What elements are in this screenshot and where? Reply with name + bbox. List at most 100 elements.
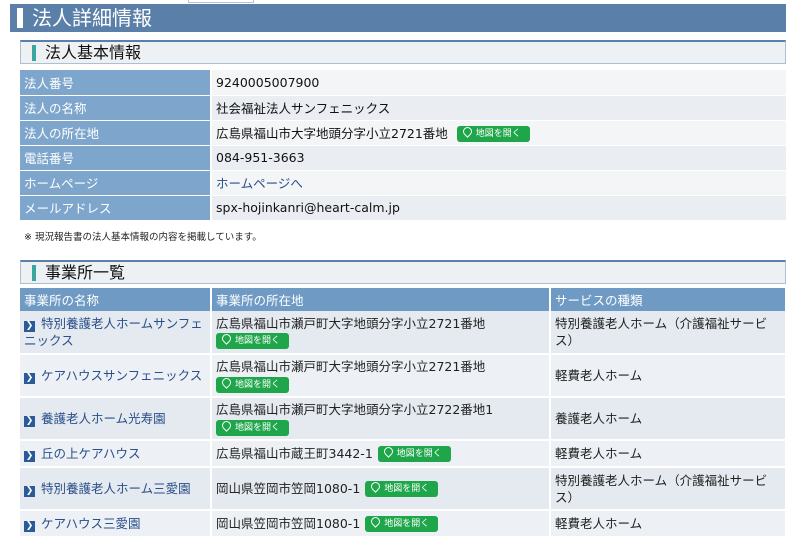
value-corp-name: 社会福祉法人サンフェニックス (211, 95, 786, 121)
office-row: ❯ 特別養護老人ホーム三愛園 岡山県笠岡市笠岡1080-1 地図を開く 特別養護老人… (20, 467, 787, 511)
office-row: ❯ 養護老人ホーム光寿園 広島県福山市瀬戸町大字地頭分字小立2722番地1 地図を開… (20, 397, 787, 441)
page-title-text: 法人詳細情報 (32, 6, 152, 30)
section-title-basic-text: 法人基本情報 (45, 43, 142, 62)
page-title: 法人詳細情報 (10, 4, 786, 32)
header-office-name: 事業所の名称 (20, 288, 212, 311)
office-name-link[interactable]: 丘の上ケアハウス (41, 446, 141, 461)
office-address: 広島県福山市蔵王町3442-1 (216, 445, 373, 461)
open-map-button[interactable]: 地図を開く (216, 332, 290, 350)
basic-row-phone: 電話番号 084-951-3663 (20, 145, 786, 171)
office-address-cell: 岡山県笠岡市笠岡1080-1 地図を開く (211, 510, 551, 538)
section-marker (32, 45, 36, 61)
open-map-button[interactable]: 地図を開く (365, 515, 439, 533)
office-row: ❯ 丘の上ケアハウス 広島県福山市蔵王町3442-1 地図を開く 軽費老人ホーム (20, 440, 787, 468)
open-map-label: 地図を開く (235, 379, 281, 390)
office-row: ❯ 特別養護老人ホームサンフェニックス 広島県福山市瀬戸町大字地頭分字小立2721… (20, 311, 787, 355)
office-address-cell: 広島県福山市瀬戸町大字地頭分字小立2722番地1 地図を開く (211, 397, 551, 441)
office-service: 特別養護老人ホーム（介護福祉サービス） (550, 467, 787, 511)
map-pin-icon (381, 445, 395, 459)
section-title-basic: 法人基本情報 (20, 40, 786, 64)
basic-row-number: 法人番号 9240005007900 (20, 70, 786, 96)
office-address: 広島県福山市瀬戸町大字地頭分字小立2722番地1 (216, 402, 494, 418)
label-phone: 電話番号 (20, 145, 212, 171)
office-name-cell: ❯ ケアハウスサンフェニックス (20, 354, 212, 398)
office-service: 軽費老人ホーム (550, 354, 787, 398)
office-address-cell: 広島県福山市蔵王町3442-1 地図を開く (211, 440, 551, 468)
open-map-button[interactable]: 地図を開く (365, 480, 439, 498)
top-tab-edge (188, 0, 254, 3)
office-name-link[interactable]: 特別養護老人ホームサンフェニックス (24, 316, 203, 348)
value-corp-address: 広島県福山市大字地頭分字小立2721番地 (216, 125, 448, 141)
open-map-label: 地図を開く (384, 484, 430, 495)
office-address-cell: 広島県福山市瀬戸町大字地頭分字小立2721番地地図を開く (211, 354, 551, 398)
chevron-right-icon: ❯ (24, 486, 35, 497)
chevron-right-icon: ❯ (24, 416, 35, 427)
open-map-button[interactable]: 地図を開く (216, 375, 290, 393)
chevron-right-icon: ❯ (24, 321, 35, 332)
office-name-cell: ❯ 丘の上ケアハウス (20, 440, 212, 468)
open-map-button[interactable]: 地図を開く (216, 418, 290, 436)
chevron-right-icon: ❯ (24, 451, 35, 462)
office-name-cell: ❯ 特別養護老人ホーム三愛園 (20, 467, 212, 511)
label-corp-name: 法人の名称 (20, 95, 212, 121)
open-map-label: 地図を開く (396, 449, 442, 460)
office-address: 岡山県笠岡市笠岡1080-1 (216, 515, 361, 531)
header-service-type: サービスの種類 (550, 288, 787, 311)
chevron-right-icon: ❯ (24, 521, 35, 532)
section-title-offices-text: 事業所一覧 (45, 263, 126, 282)
title-marker (17, 8, 23, 28)
section-marker (32, 265, 36, 281)
office-list-table: 事業所の名称 事業所の所在地 サービスの種類 ❯ 特別養護老人ホームサンフェニック… (20, 288, 787, 538)
basic-info-note: ※ 現況報告書の法人基本情報の内容を掲載しています。 (24, 232, 262, 243)
office-address: 広島県福山市瀬戸町大字地頭分字小立2721番地 (216, 315, 486, 331)
office-service: 軽費老人ホーム (550, 440, 787, 468)
map-pin-icon (460, 125, 474, 139)
office-name-link[interactable]: 養護老人ホーム光寿園 (41, 411, 166, 426)
office-address-cell: 広島県福山市瀬戸町大字地頭分字小立2721番地地図を開く (211, 311, 551, 355)
section-title-offices: 事業所一覧 (20, 260, 786, 284)
office-name-cell: ❯ 養護老人ホーム光寿園 (20, 397, 212, 441)
value-corp-address-cell: 広島県福山市大字地頭分字小立2721番地 地図を開く (211, 120, 786, 146)
label-email: メールアドレス (20, 195, 212, 221)
basic-row-homepage: ホームページ ホームページへ (20, 170, 786, 196)
office-name-cell: ❯ 特別養護老人ホームサンフェニックス (20, 311, 212, 355)
office-address: 広島県福山市瀬戸町大字地頭分字小立2721番地 (216, 359, 486, 375)
office-name-link[interactable]: ケアハウス三愛園 (41, 516, 141, 531)
office-name-link[interactable]: 特別養護老人ホーム三愛園 (41, 481, 191, 496)
open-map-label: 地図を開く (475, 129, 521, 140)
open-map-label: 地図を開く (235, 336, 281, 347)
office-name-cell: ❯ ケアハウス三愛園 (20, 510, 212, 538)
office-address: 岡山県笠岡市笠岡1080-1 (216, 480, 361, 496)
open-map-button[interactable]: 地図を開く (456, 125, 530, 143)
label-homepage: ホームページ (20, 170, 212, 196)
value-homepage-cell: ホームページへ (211, 170, 786, 196)
basic-row-name: 法人の名称 社会福祉法人サンフェニックス (20, 95, 786, 121)
map-pin-icon (220, 418, 233, 432)
basic-info-table: 法人番号 9240005007900 法人の名称 社会福祉法人サンフェニックス … (20, 70, 786, 221)
value-phone: 084-951-3663 (211, 145, 786, 171)
label-corp-number: 法人番号 (20, 70, 212, 96)
basic-row-address: 法人の所在地 広島県福山市大字地頭分字小立2721番地 地図を開く (20, 120, 786, 146)
chevron-right-icon: ❯ (24, 373, 35, 384)
value-corp-number: 9240005007900 (211, 70, 786, 96)
office-service: 養護老人ホーム (550, 397, 787, 441)
open-map-label: 地図を開く (235, 422, 281, 433)
open-map-label: 地図を開く (384, 519, 430, 530)
basic-row-email: メールアドレス spx-hojinkanri@heart-calm.jp (20, 195, 786, 221)
map-pin-icon (369, 515, 383, 529)
header-office-address: 事業所の所在地 (211, 288, 551, 311)
map-pin-icon (220, 332, 233, 346)
office-row: ❯ ケアハウスサンフェニックス 広島県福山市瀬戸町大字地頭分字小立2721番地地図… (20, 354, 787, 398)
office-service: 特別養護老人ホーム（介護福祉サービス） (550, 311, 787, 355)
label-corp-address: 法人の所在地 (20, 120, 212, 146)
office-row: ❯ ケアハウス三愛園 岡山県笠岡市笠岡1080-1 地図を開く 軽費老人ホーム (20, 510, 787, 538)
office-address-cell: 岡山県笠岡市笠岡1080-1 地図を開く (211, 467, 551, 511)
homepage-link[interactable]: ホームページへ (216, 176, 303, 191)
map-pin-icon (220, 375, 233, 389)
office-name-link[interactable]: ケアハウスサンフェニックス (41, 368, 202, 383)
office-header-row: 事業所の名称 事業所の所在地 サービスの種類 (20, 288, 787, 311)
value-email: spx-hojinkanri@heart-calm.jp (211, 195, 786, 221)
map-pin-icon (369, 480, 383, 494)
office-service: 軽費老人ホーム (550, 510, 787, 538)
open-map-button[interactable]: 地図を開く (377, 445, 451, 463)
